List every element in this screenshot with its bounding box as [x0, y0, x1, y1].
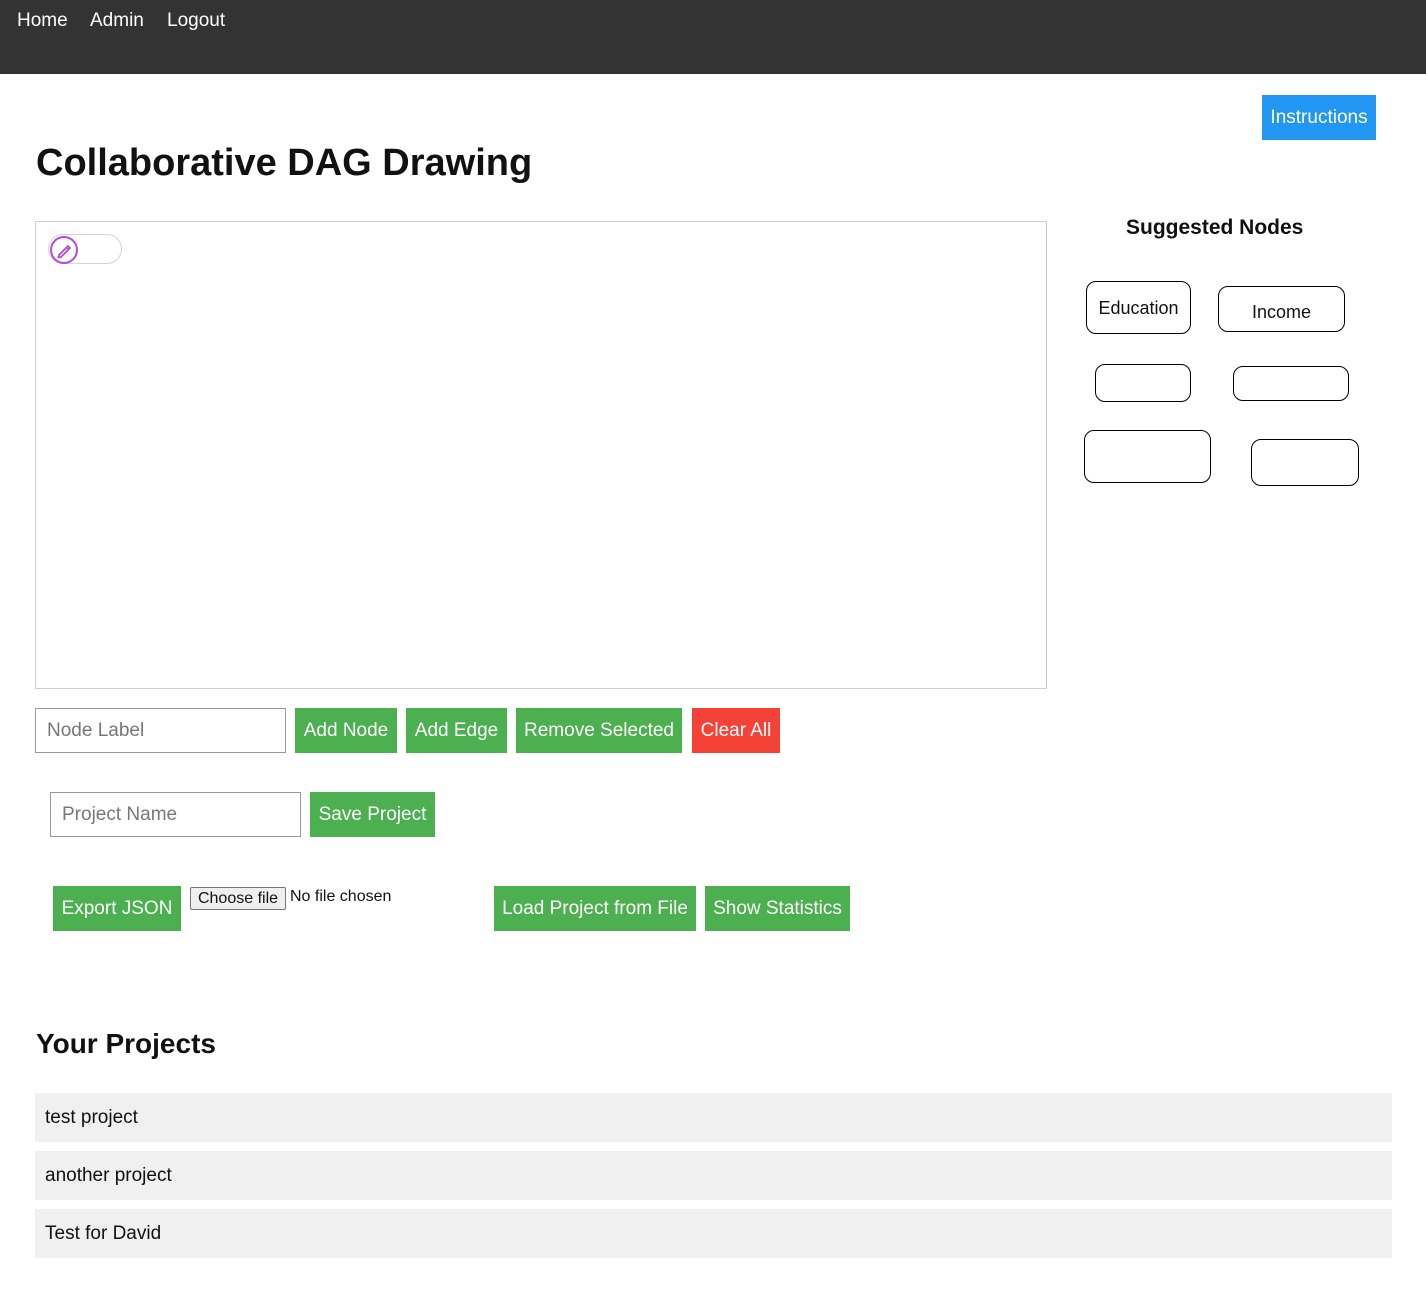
instructions-button[interactable]: Instructions: [1262, 95, 1376, 140]
suggested-node-blank[interactable]: [1095, 364, 1191, 402]
dag-canvas[interactable]: [35, 221, 1047, 689]
export-json-button[interactable]: Export JSON: [53, 886, 181, 931]
project-list-item[interactable]: test project: [35, 1093, 1392, 1142]
nav-home-link[interactable]: Home: [17, 10, 68, 32]
remove-selected-button[interactable]: Remove Selected: [516, 708, 682, 753]
suggested-node-blank[interactable]: [1251, 439, 1359, 486]
suggested-node-education[interactable]: Education: [1086, 281, 1191, 334]
suggested-node-blank[interactable]: [1233, 366, 1349, 401]
choose-file-button[interactable]: Choose file: [190, 887, 286, 910]
file-status-text: No file chosen: [290, 888, 392, 905]
project-list-item[interactable]: Test for David: [35, 1209, 1392, 1258]
pencil-icon: [49, 235, 78, 264]
your-projects-title: Your Projects: [36, 1028, 216, 1059]
nav-logout-link[interactable]: Logout: [167, 10, 225, 32]
suggested-nodes-title: Suggested Nodes: [1126, 216, 1304, 239]
add-node-button[interactable]: Add Node: [295, 708, 397, 753]
clear-all-button[interactable]: Clear All: [692, 708, 780, 753]
save-project-button[interactable]: Save Project: [310, 792, 435, 837]
show-statistics-button[interactable]: Show Statistics: [705, 886, 850, 931]
project-list-item[interactable]: another project: [35, 1151, 1392, 1200]
nav-admin-link[interactable]: Admin: [90, 10, 144, 32]
project-name-input[interactable]: [50, 792, 301, 837]
page-title: Collaborative DAG Drawing: [36, 142, 533, 184]
suggested-node-income[interactable]: Income: [1218, 286, 1345, 332]
load-project-button[interactable]: Load Project from File: [494, 886, 696, 931]
add-edge-button[interactable]: Add Edge: [406, 708, 507, 753]
node-label-input[interactable]: [35, 708, 286, 753]
top-navbar: Home Admin Logout: [0, 0, 1426, 74]
draw-mode-toggle[interactable]: [48, 234, 122, 264]
suggested-node-blank[interactable]: [1084, 430, 1211, 483]
